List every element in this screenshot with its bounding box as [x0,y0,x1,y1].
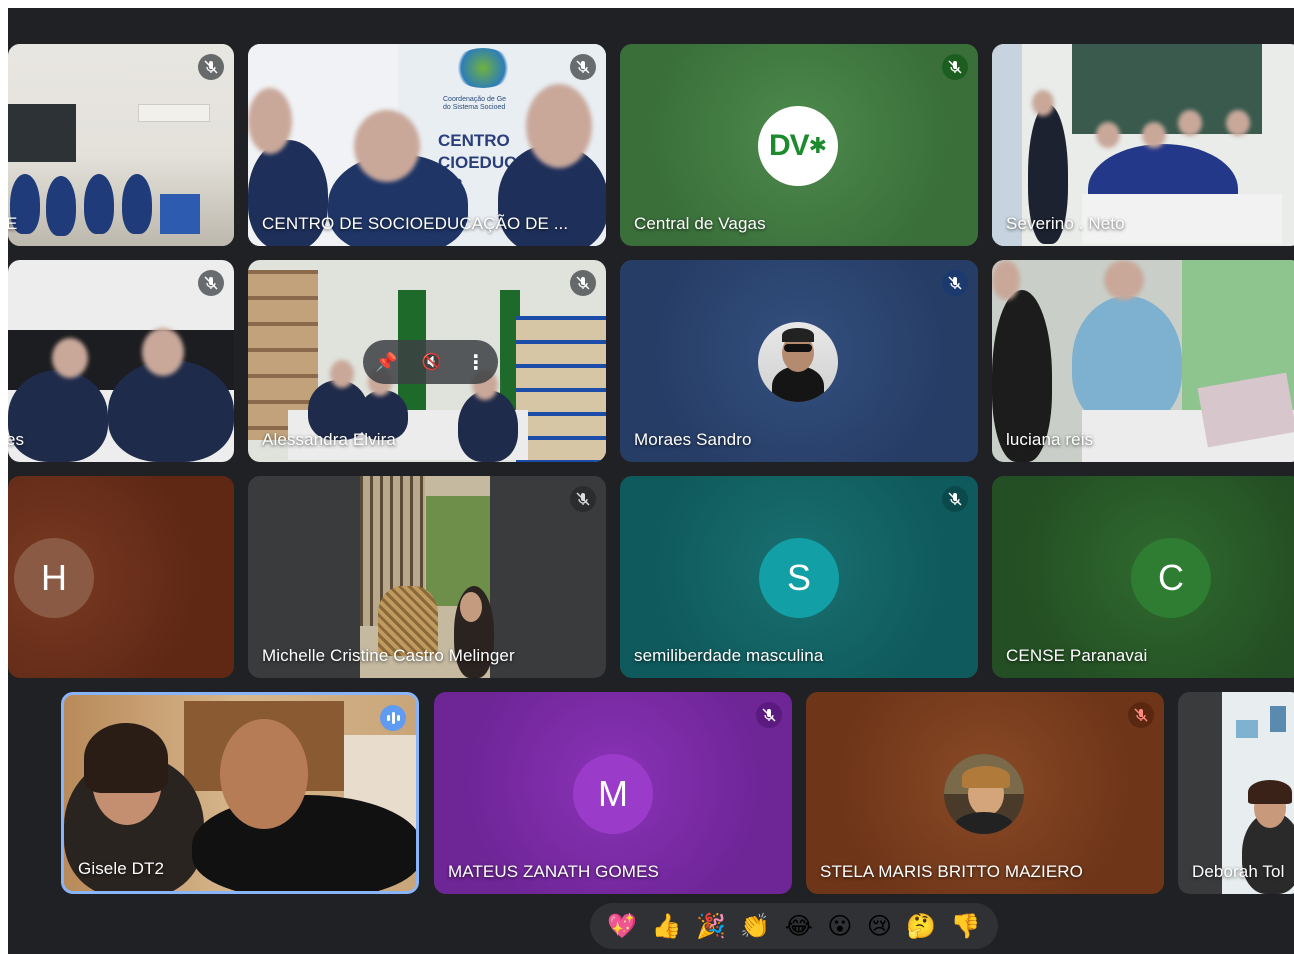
participant-tile[interactable]: S semiliberdade masculina [620,476,978,678]
sad-reaction-icon[interactable]: 😢 [867,914,892,938]
laughing-reaction-icon[interactable]: 😂 [785,914,813,938]
mic-off-icon [570,486,596,512]
participant-tile[interactable]: Moraes Sandro [620,260,978,462]
participant-tile[interactable]: C CENSE Paranavai [992,476,1294,678]
participant-name: STELA MARIS BRITTO MAZIERO [820,862,1083,881]
participant-tile[interactable]: E [8,44,234,246]
participant-name: Michelle Cristine Castro Melinger [262,646,515,665]
participant-name: semiliberdade masculina [634,646,824,665]
participant-name: Gisele DT2 [78,859,165,878]
participant-tile[interactable]: Severino . Neto [992,44,1294,246]
pin-icon[interactable]: 📌 [375,352,397,373]
avatar-initial: C [1158,557,1184,598]
avatar-initial: M [598,773,628,814]
avatar-initial: H [41,557,67,598]
avatar [944,754,1024,834]
participant-name: CENSE Paranavai [1006,646,1148,665]
mic-off-icon [570,54,596,80]
participant-tile[interactable]: H [8,476,234,678]
participant-tile[interactable]: es [8,260,234,462]
participant-name: Alessandra Elvira [262,430,396,449]
mic-off-icon [942,270,968,296]
participant-name: Moraes Sandro [634,430,752,449]
speaking-indicator-icon [380,705,406,731]
avatar [758,322,838,402]
mic-off-icon [942,54,968,80]
participant-name: Deborah Tol [1192,862,1285,881]
participant-tile[interactable]: STELA MARIS BRITTO MAZIERO [806,692,1164,894]
mic-off-icon [756,702,782,728]
participant-tile[interactable]: 📌 🔇 ⋮ Alessandra Elvira [248,260,606,462]
participant-name: es [8,430,25,449]
participant-name: Severino . Neto [1006,214,1125,233]
heart-reaction-icon[interactable]: 💖 [607,914,637,938]
tile-hover-controls: 📌 🔇 ⋮ [363,340,498,384]
participant-name: CENTRO DE SOCIOEDUCAÇÃO DE ... [262,214,569,233]
avatar-initial: S [786,557,811,598]
avatar: M [573,754,653,834]
banner-small-text: Coordenação de Ge do Sistema Socioed [443,96,507,111]
participant-tile[interactable]: DV ✱ Central de Vagas [620,44,978,246]
participant-tile[interactable]: Coordenação de Ge do Sistema Socioed CEN… [248,44,606,246]
avatar: DV ✱ [758,106,838,186]
mute-participant-icon[interactable]: 🔇 [422,352,442,372]
thumbs-down-reaction-icon[interactable]: 👎 [951,914,981,938]
participant-tile[interactable]: Michelle Cristine Castro Melinger [248,476,606,678]
mic-off-icon [942,486,968,512]
participant-tile-active-speaker[interactable]: Gisele DT2 [61,692,419,894]
participant-tile[interactable]: luciana reis [992,260,1294,462]
mic-off-icon [198,270,224,296]
clapping-reaction-icon[interactable]: 👏 [740,914,770,938]
participant-name: Central de Vagas [634,214,766,233]
logo-text: DV [768,129,810,162]
party-popper-reaction-icon[interactable]: 🎉 [696,914,726,938]
mic-off-icon [570,270,596,296]
mic-off-icon [198,54,224,80]
person-logo-icon: ✱ [808,133,828,158]
participant-name: E [8,214,18,233]
participant-name: MATEUS ZANATH GOMES [448,862,659,881]
surprised-reaction-icon[interactable]: 😮 [827,914,852,938]
participant-tile[interactable]: Deborah Tol [1178,692,1294,894]
thumbs-up-reaction-icon[interactable]: 👍 [652,914,682,938]
meeting-grid: E Coordenação de Ge do Sistema Socioed C… [8,8,1294,954]
thinking-reaction-icon[interactable]: 🤔 [906,914,936,938]
more-options-icon[interactable]: ⋮ [466,350,486,375]
participant-name: luciana reis [1006,430,1094,449]
avatar: C [1131,538,1211,618]
reactions-bar: 💖 👍 🎉 👏 😂 😮 😢 🤔 👎 [590,903,998,949]
avatar: S [759,538,839,618]
participant-tile[interactable]: M MATEUS ZANATH GOMES [434,692,792,894]
mic-off-icon [1128,702,1154,728]
avatar: H [14,538,94,618]
